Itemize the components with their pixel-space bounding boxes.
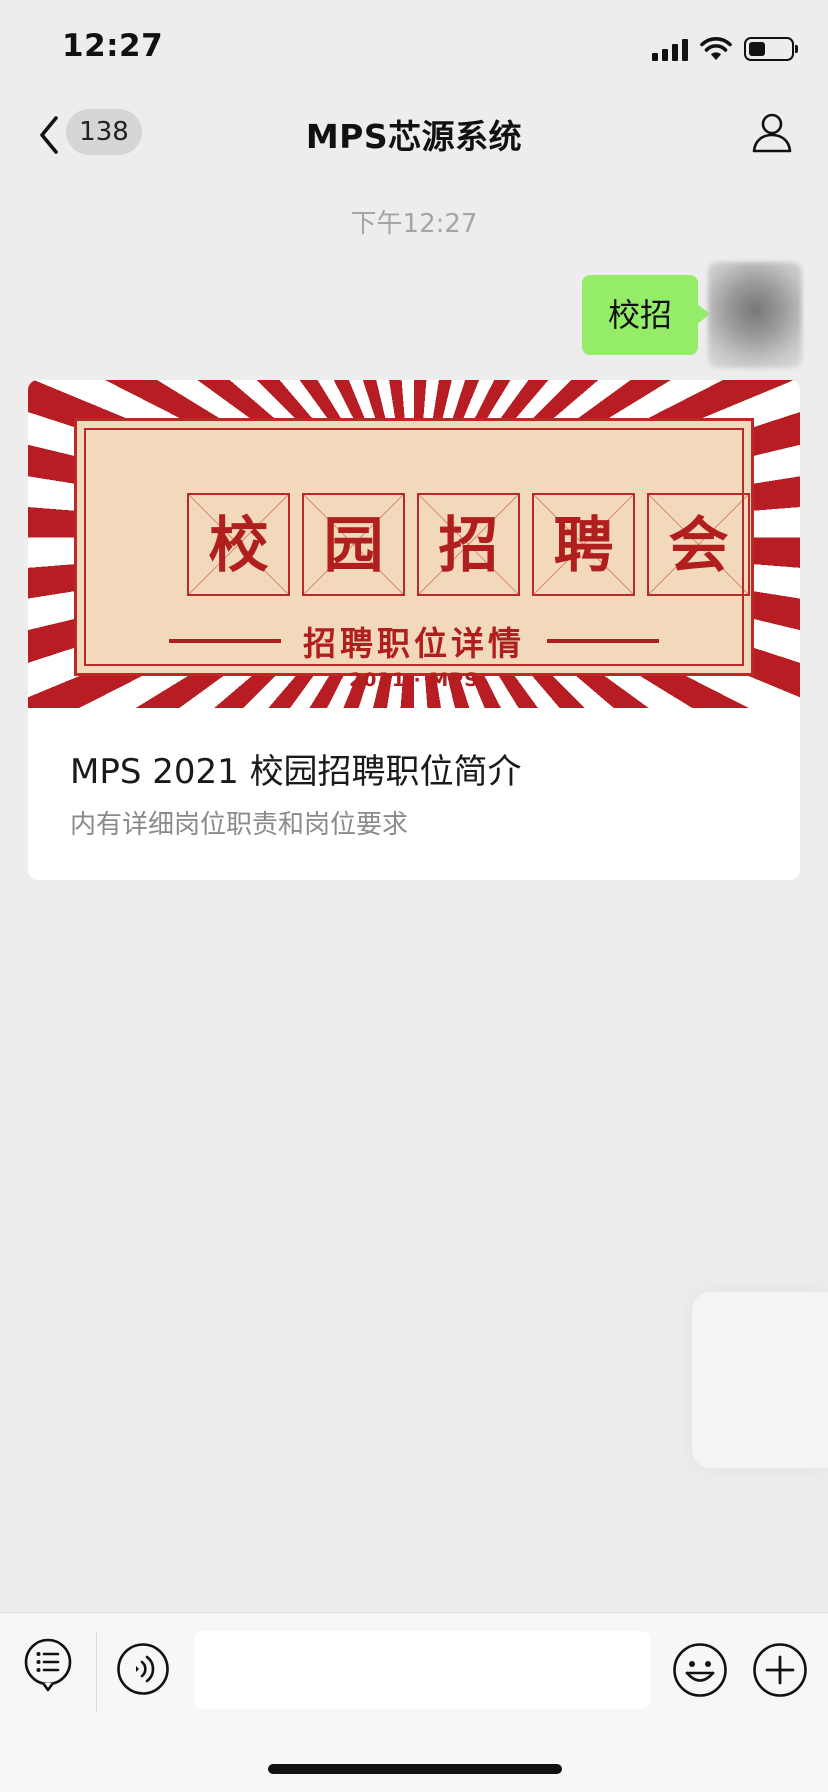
- banner-char: 园: [302, 493, 405, 596]
- wifi-icon: [700, 37, 732, 60]
- status-time: 12:27: [62, 28, 164, 64]
- divider: [169, 639, 281, 643]
- banner-subtitle-row: 招聘职位详情: [77, 617, 751, 665]
- banner-char: 聘: [532, 493, 635, 596]
- cellular-signal-icon: [652, 37, 688, 61]
- article-description: 内有详细岗位职责和岗位要求: [70, 810, 409, 840]
- message-input[interactable]: [194, 1631, 650, 1709]
- banner-char: 会: [647, 493, 750, 596]
- floating-panel[interactable]: [692, 1292, 828, 1468]
- person-icon[interactable]: [748, 108, 796, 156]
- chat-screen: 12:27 138 MPS芯源系统 下午12:27 校招 校 园 招 聘 会 招…: [0, 0, 828, 1792]
- article-banner: 校 园 招 聘 会 招聘职位详情 2021 · MPS: [28, 380, 800, 708]
- emoji-icon[interactable]: [672, 1642, 728, 1698]
- divider: [547, 639, 659, 643]
- banner-subtitle: 招聘职位详情: [303, 624, 525, 663]
- article-title: MPS 2021 校园招聘职位简介: [70, 752, 522, 792]
- message-timestamp: 下午12:27: [350, 209, 478, 239]
- battery-icon: [744, 37, 798, 61]
- sent-message-bubble[interactable]: 校招: [581, 275, 711, 355]
- voice-icon[interactable]: [116, 1642, 170, 1696]
- banner-char: 校: [187, 493, 290, 596]
- banner-frame: 校 园 招 聘 会 招聘职位详情 2021 · MPS: [74, 418, 754, 691]
- home-indicator[interactable]: [268, 1764, 562, 1774]
- banner-year: 2021 · MPS: [349, 669, 479, 691]
- plus-icon[interactable]: [752, 1642, 808, 1698]
- banner-char: 招: [417, 493, 520, 596]
- list-menu-icon[interactable]: [22, 1636, 74, 1696]
- banner-heading: 校 园 招 聘 会: [187, 493, 750, 596]
- chat-title: MPS芯源系统: [305, 117, 523, 156]
- user-avatar[interactable]: [708, 262, 802, 368]
- article-card[interactable]: 校 园 招 聘 会 招聘职位详情 2021 · MPS MPS 2021 校园招…: [28, 380, 800, 880]
- status-icons: [652, 34, 798, 64]
- divider: [96, 1632, 97, 1712]
